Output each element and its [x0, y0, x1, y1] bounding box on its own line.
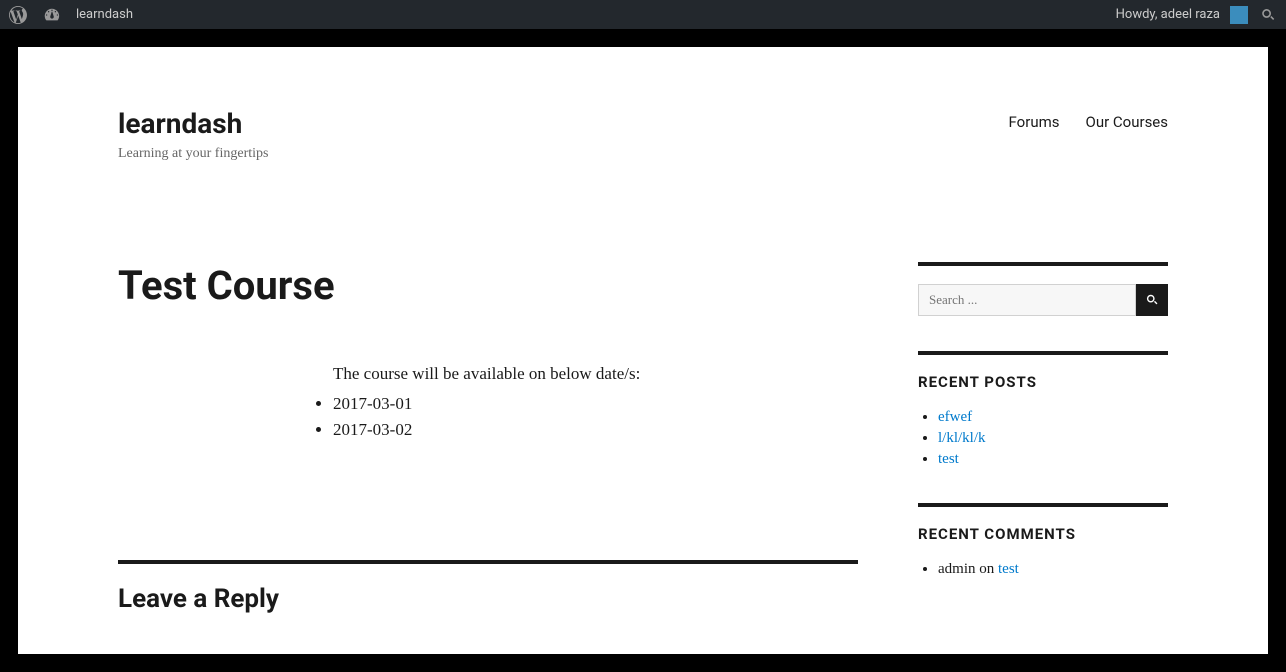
content-wrap: Test Course The course will be available…: [118, 262, 1168, 614]
site-title[interactable]: learndash: [118, 107, 268, 140]
recent-post-link[interactable]: l/kl/kl/k: [938, 430, 986, 446]
admin-bar-right: Howdy, adeel raza: [1116, 5, 1278, 25]
recent-posts-widget: RECENT POSTS efwef l/kl/kl/k test: [918, 351, 1168, 468]
widget-divider: [918, 351, 1168, 355]
page-outer: learndash Learning at your fingertips Fo…: [0, 29, 1286, 672]
recent-posts-list: efwef l/kl/kl/k test: [918, 409, 1168, 468]
comment-author: admin: [938, 561, 976, 577]
main-nav: Forums Our Courses: [1009, 113, 1168, 131]
recent-post-link[interactable]: efwef: [938, 409, 972, 425]
search-button[interactable]: [1136, 284, 1168, 316]
wordpress-icon[interactable]: [8, 5, 28, 25]
admin-search-icon[interactable]: [1258, 5, 1278, 25]
wp-admin-bar: learndash Howdy, adeel raza: [0, 0, 1286, 29]
site-branding: learndash Learning at your fingertips: [118, 107, 268, 162]
reply-title: Leave a Reply: [118, 584, 858, 614]
widget-title: RECENT POSTS: [918, 373, 1168, 391]
dashboard-icon[interactable]: [42, 5, 62, 25]
search-widget: [918, 262, 1168, 316]
page-title: Test Course: [118, 262, 858, 309]
avatar[interactable]: [1230, 6, 1248, 24]
search-input[interactable]: [918, 284, 1136, 316]
main-content: Test Course The course will be available…: [118, 262, 858, 614]
search-icon: [1145, 293, 1159, 307]
widget-divider: [918, 262, 1168, 266]
reply-divider: [118, 560, 858, 564]
widget-divider: [918, 503, 1168, 507]
site-header: learndash Learning at your fingertips Fo…: [118, 107, 1168, 162]
list-item: 2017-03-01: [333, 394, 858, 414]
recent-comments-list: admin on test: [918, 561, 1168, 578]
list-item: efwef: [938, 409, 1168, 426]
entry-body: The course will be available on below da…: [118, 364, 858, 440]
entry-intro: The course will be available on below da…: [333, 364, 858, 384]
recent-comments-widget: RECENT COMMENTS admin on test: [918, 503, 1168, 578]
nav-courses[interactable]: Our Courses: [1086, 113, 1169, 131]
admin-howdy[interactable]: Howdy, adeel raza: [1116, 7, 1220, 22]
list-item: test: [938, 451, 1168, 468]
admin-bar-left: learndash: [8, 5, 133, 25]
recent-post-link[interactable]: test: [938, 451, 959, 467]
comment-post-link[interactable]: test: [998, 561, 1019, 577]
widget-title: RECENT COMMENTS: [918, 525, 1168, 543]
sidebar: RECENT POSTS efwef l/kl/kl/k test RECENT…: [918, 262, 1168, 614]
nav-forums[interactable]: Forums: [1009, 113, 1060, 131]
date-list: 2017-03-01 2017-03-02: [333, 394, 858, 440]
comment-on: on: [976, 561, 999, 577]
list-item: admin on test: [938, 561, 1168, 578]
page-inner: learndash Learning at your fingertips Fo…: [18, 47, 1268, 654]
admin-site-name[interactable]: learndash: [76, 7, 133, 22]
list-item: 2017-03-02: [333, 420, 858, 440]
search-form: [918, 284, 1168, 316]
site-tagline: Learning at your fingertips: [118, 146, 268, 162]
list-item: l/kl/kl/k: [938, 430, 1168, 447]
